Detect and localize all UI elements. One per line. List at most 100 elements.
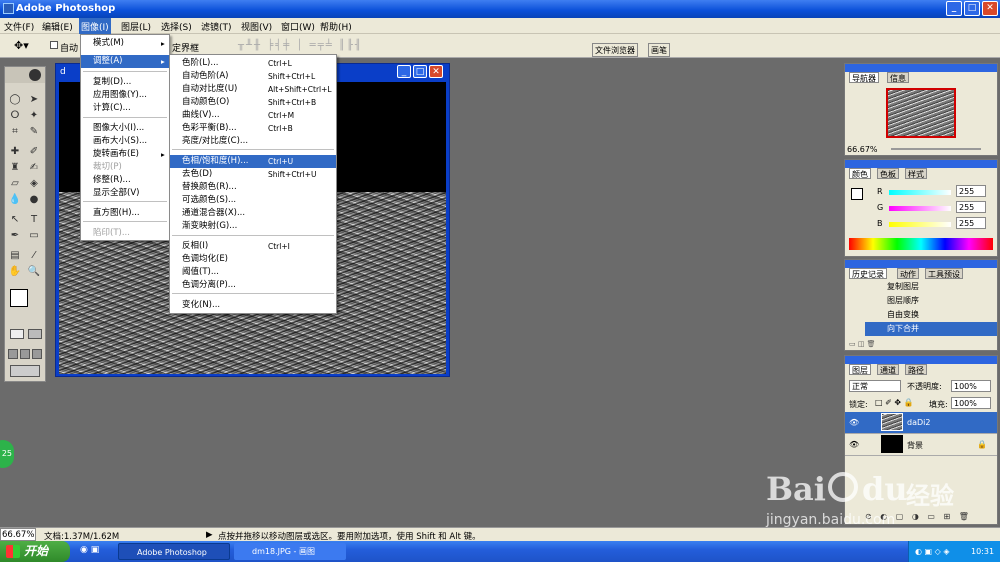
lasso-icon[interactable]: ⵔ (7, 109, 23, 123)
layer-row-active[interactable]: 👁 daDi2 (845, 412, 997, 434)
status-arrow-icon[interactable]: ▶ (206, 530, 213, 540)
fill-input[interactable]: 100% (951, 397, 991, 409)
type-icon[interactable]: T (26, 213, 42, 227)
menu-help[interactable]: 帮助(H) (320, 20, 352, 33)
task-photoshop[interactable]: Adobe Photoshop (118, 543, 230, 560)
close-button[interactable]: ✕ (982, 1, 998, 16)
menu-view[interactable]: 视图(V) (241, 20, 272, 33)
adjust-menu-item[interactable]: 去色(D) Shift+Ctrl+U (170, 168, 336, 181)
channel-b-slider[interactable] (889, 222, 951, 227)
zoom-icon[interactable]: 🔍 (26, 265, 42, 279)
adjust-menu-item[interactable]: 色阶(L)... Ctrl+L (170, 57, 336, 70)
opacity-input[interactable]: 100% (951, 380, 991, 392)
tab-history[interactable]: 历史记录 (849, 268, 887, 279)
tab-brushes[interactable]: 画笔 (648, 43, 670, 57)
menu-layer[interactable]: 图层(L) (121, 20, 151, 33)
image-menu-item[interactable]: 应用图像(Y)... (81, 89, 169, 102)
image-menu-item[interactable]: 调整(A) ▸ (81, 55, 169, 68)
tab-navigator[interactable]: 导航器 (849, 72, 879, 83)
layer-row[interactable]: 👁 背景 🔒 (845, 434, 997, 456)
adjust-menu-item[interactable]: 可选颜色(S)... (170, 194, 336, 207)
screen-mode-2-icon[interactable] (20, 349, 30, 359)
status-zoom[interactable]: 66.67% (0, 528, 36, 541)
doc-maximize-button[interactable]: □ (413, 65, 427, 78)
menu-edit[interactable]: 编辑(E) (42, 20, 73, 33)
eye-icon[interactable]: 👁 (849, 418, 859, 427)
minimize-button[interactable]: _ (946, 1, 962, 16)
tab-channels[interactable]: 通道 (877, 364, 899, 375)
doc-close-button[interactable]: ✕ (429, 65, 443, 78)
adjust-menu-item[interactable]: 变化(N)... (170, 299, 336, 312)
adjust-menu-item[interactable]: 自动对比度(U) Alt+Shift+Ctrl+L (170, 83, 336, 96)
screen-mode-3-icon[interactable] (32, 349, 42, 359)
tab-actions[interactable]: 动作 (897, 268, 919, 279)
start-button[interactable]: 开始 (0, 541, 70, 562)
image-menu-item[interactable]: 直方图(H)... (81, 207, 169, 220)
adjust-menu-item[interactable]: 自动颜色(O) Shift+Ctrl+B (170, 96, 336, 109)
eye-logo-icon[interactable] (29, 69, 41, 81)
adjust-menu-item[interactable]: 色彩平衡(B)... Ctrl+B (170, 122, 336, 135)
paint-bucket-icon[interactable]: ◈ (26, 177, 42, 191)
adjust-menu-item[interactable]: 色相/饱和度(H)... Ctrl+U (170, 155, 336, 168)
crop-icon[interactable]: ⌗ (7, 125, 23, 139)
channel-r-value[interactable]: 255 (956, 185, 986, 197)
menu-file[interactable]: 文件(F) (4, 20, 34, 33)
history-item[interactable]: 图层顺序 (865, 294, 997, 308)
tab-file-browser[interactable]: 文件浏览器 (592, 43, 638, 57)
brush-icon[interactable]: ✐ (26, 145, 42, 159)
image-menu-item[interactable]: 图像大小(I)... (81, 122, 169, 135)
adjust-menu-item[interactable]: 反相(I) Ctrl+I (170, 240, 336, 253)
fg-color-swatch[interactable] (851, 188, 863, 200)
zoom-slider[interactable] (891, 148, 981, 150)
jump-to-imageready-icon[interactable] (10, 365, 40, 377)
tab-color[interactable]: 颜色 (849, 168, 871, 179)
healing-brush-icon[interactable]: ✚ (7, 145, 23, 159)
clone-stamp-icon[interactable]: ♜ (7, 161, 23, 175)
pen-icon[interactable]: ✒ (7, 229, 23, 243)
adjust-menu-item[interactable]: 替换颜色(R)... (170, 181, 336, 194)
image-menu-item[interactable]: 模式(M) ▸ (81, 37, 169, 50)
tray-icons[interactable]: ◐ ▣ ◇ ◈ (915, 541, 949, 562)
image-menu-item[interactable]: 复制(D)... (81, 76, 169, 89)
tab-info[interactable]: 信息 (887, 72, 909, 83)
eraser-icon[interactable]: ▱ (7, 177, 23, 191)
history-item[interactable]: 自由变换 (865, 308, 997, 322)
menu-image[interactable]: 图像(I) (79, 18, 111, 34)
channel-g-value[interactable]: 255 (956, 201, 986, 213)
adjust-menu-item[interactable]: 亮度/对比度(C)... (170, 135, 336, 148)
adjust-menu-item[interactable]: 通道混合器(X)... (170, 207, 336, 220)
image-menu-item[interactable]: 显示全部(V) (81, 187, 169, 200)
channel-g-slider[interactable] (889, 206, 951, 211)
auto-select-checkbox[interactable] (50, 41, 58, 49)
doc-minimize-button[interactable]: _ (397, 65, 411, 78)
screen-mode-1-icon[interactable] (8, 349, 18, 359)
eye-icon[interactable]: 👁 (849, 440, 859, 449)
notes-icon[interactable]: ▤ (7, 249, 23, 263)
magic-wand-icon[interactable]: ✦ (26, 109, 42, 123)
maximize-button[interactable]: □ (964, 1, 980, 16)
image-menu-item[interactable]: 计算(C)... (81, 102, 169, 115)
menu-select[interactable]: 选择(S) (161, 20, 192, 33)
history-item[interactable]: 复制图层 (865, 280, 997, 294)
adjust-menu-item[interactable]: 曲线(V)... Ctrl+M (170, 109, 336, 122)
image-menu-item[interactable]: 旋转画布(E) ▸ (81, 148, 169, 161)
quick-mask-icon[interactable] (28, 329, 42, 339)
foreground-color-swatch[interactable] (10, 289, 28, 307)
tab-tool-presets[interactable]: 工具预设 (925, 268, 963, 279)
adjust-menu-item[interactable]: 阈值(T)... (170, 266, 336, 279)
hand-icon[interactable]: ✋ (7, 265, 23, 279)
history-brush-icon[interactable]: ✍ (26, 161, 42, 175)
image-menu-item[interactable]: 画布大小(S)... (81, 135, 169, 148)
standard-mode-icon[interactable] (10, 329, 24, 339)
dodge-icon[interactable]: ● (26, 193, 42, 207)
navigator-thumbnail[interactable] (886, 88, 956, 138)
adjust-menu-item[interactable]: 色调均化(E) (170, 253, 336, 266)
eyedropper-icon[interactable]: ⁄ (26, 249, 42, 263)
tab-styles[interactable]: 样式 (905, 168, 927, 179)
adjust-menu-item[interactable]: 色调分离(P)... (170, 279, 336, 292)
clock[interactable]: 10:31 (971, 541, 994, 562)
menu-filter[interactable]: 滤镜(T) (201, 20, 232, 33)
channel-b-value[interactable]: 255 (956, 217, 986, 229)
blur-icon[interactable]: 💧 (7, 193, 23, 207)
tab-layers[interactable]: 图层 (849, 364, 871, 375)
